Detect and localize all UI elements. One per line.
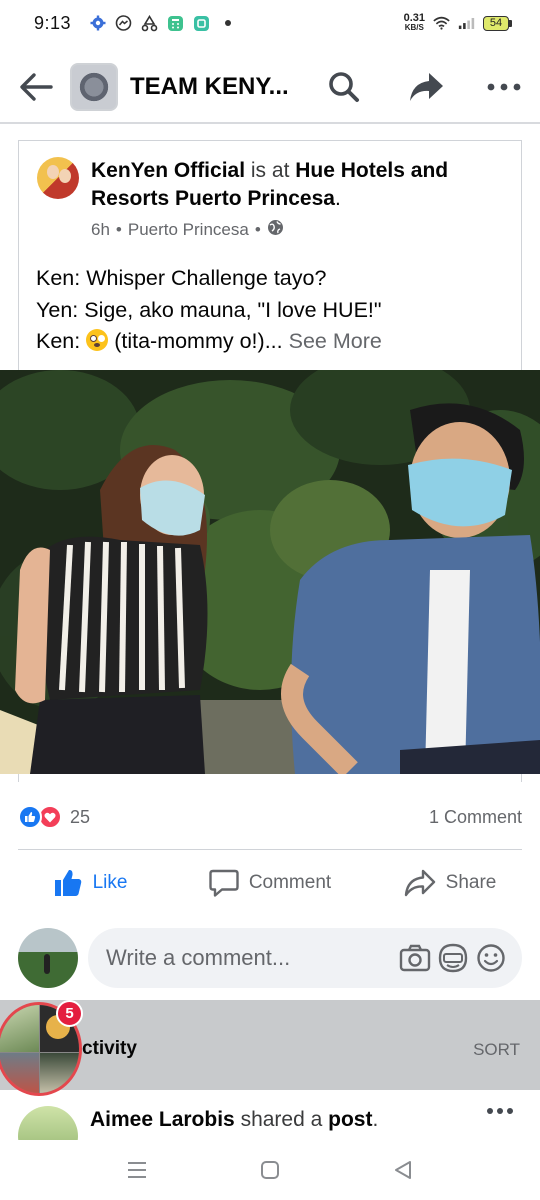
flushed-emoji-icon [86, 329, 109, 351]
page-title[interactable]: TEAM KENY... [130, 73, 300, 101]
app-square-icon [193, 15, 210, 32]
back-triangle-icon [395, 1161, 412, 1179]
thumbs-up-icon [54, 869, 81, 896]
net-speed-unit: KB/S [404, 23, 424, 32]
user-avatar[interactable] [18, 928, 78, 988]
like-reaction-icon [18, 805, 42, 829]
more-options-button[interactable] [482, 65, 526, 109]
author-name[interactable]: KenYen Official [91, 159, 245, 182]
calculator-icon [167, 15, 184, 32]
reaction-icons[interactable] [18, 805, 62, 829]
camera-icon[interactable] [398, 941, 432, 975]
period-text: . [334, 187, 341, 210]
next-item-text: Aimee Larobis shared a post. [90, 1108, 378, 1132]
recycle-icon [141, 14, 158, 32]
see-more-link[interactable]: See More [289, 329, 382, 353]
post-line-3-start: Ken: [36, 329, 81, 353]
next-item-avatar[interactable] [18, 1106, 78, 1140]
gif-sticker-icon[interactable] [436, 941, 470, 975]
status-time: 9:13 [34, 12, 72, 33]
more-dots-icon [487, 1108, 513, 1114]
back-nav-button[interactable] [383, 1150, 423, 1190]
menu-lines-icon [127, 1162, 146, 1178]
recents-button[interactable] [117, 1150, 157, 1190]
messenger-icon [115, 14, 132, 32]
notification-icons [89, 14, 236, 32]
next-item-more-button[interactable] [486, 1102, 514, 1120]
comment-label: Comment [248, 872, 332, 893]
share-button[interactable] [404, 65, 448, 109]
next-item-author[interactable]: Aimee Larobis [90, 1108, 235, 1131]
more-dots-icon [487, 83, 521, 91]
app-header: TEAM KENY... [0, 52, 540, 124]
meta-separator-2: • [254, 220, 261, 239]
next-item-verb: shared a [240, 1108, 323, 1131]
back-arrow-icon [20, 73, 53, 101]
author-avatar[interactable] [37, 157, 79, 199]
next-item-object[interactable]: post [328, 1108, 372, 1131]
comment-placeholder: Write a comment... [106, 945, 291, 970]
post-text: Ken: Whisper Challenge tayo? Yen: Sige, … [36, 263, 506, 358]
share-icon [404, 869, 435, 897]
is-at-text: is at [250, 159, 290, 182]
sort-button[interactable]: SORT [473, 1040, 520, 1060]
comment-input[interactable]: Write a comment... [88, 928, 522, 988]
settings-gear-icon [89, 15, 106, 32]
share-action-button[interactable]: Share [360, 856, 540, 910]
post-line-1: Ken: Whisper Challenge tayo? [36, 266, 327, 290]
home-square-icon [260, 1161, 279, 1179]
post-line-3: Ken: (tita-mommy o!)... See More [36, 326, 506, 358]
search-icon [329, 72, 359, 102]
post-time[interactable]: 6h [91, 220, 110, 240]
next-feed-item[interactable]: Aimee Larobis shared a post. [0, 1096, 540, 1140]
activity-label: ctivity [82, 1038, 137, 1059]
post-meta: 6h • Puerto Princesa • [91, 219, 497, 241]
home-button[interactable] [250, 1150, 290, 1190]
reaction-count[interactable]: 25 [70, 807, 90, 828]
comment-count[interactable]: 1 Comment [429, 807, 522, 828]
search-button[interactable] [322, 65, 366, 109]
like-label: Like [92, 872, 128, 893]
post-header-line: KenYen Official is at Hue Hotels and Res… [91, 157, 497, 213]
post-action-bar: Like Comment Share [0, 856, 540, 910]
post-line-3-rest: (tita-mommy o!)... [108, 329, 283, 353]
globe-icon [267, 219, 284, 241]
emoji-smile-icon[interactable] [474, 941, 508, 975]
post-line-2: Yen: Sige, ako mauna, "I love HUE!" [36, 297, 382, 322]
share-label: Share [445, 872, 497, 893]
post-location[interactable]: Puerto Princesa [128, 220, 249, 240]
signal-icon [458, 15, 475, 32]
post-author-row: KenYen Official is at Hue Hotels and Res… [37, 157, 497, 241]
comment-bubble-icon [209, 869, 239, 897]
meta-separator: • [115, 220, 122, 239]
battery-level: 54 [483, 15, 509, 31]
group-avatar[interactable] [70, 63, 118, 111]
write-comment-row: Write a comment... [0, 926, 540, 990]
system-nav-bar [0, 1140, 540, 1200]
net-speed: 0.31 KB/S [403, 12, 425, 33]
like-button[interactable]: Like [0, 856, 180, 910]
comment-button[interactable]: Comment [180, 856, 360, 910]
next-item-period: . [372, 1108, 379, 1131]
divider [18, 849, 522, 850]
post-photo[interactable] [0, 370, 540, 774]
chat-unread-badge: 5 [56, 1000, 83, 1027]
net-speed-value: 0.31 [403, 12, 425, 24]
battery-icon: 54 [483, 15, 512, 31]
dot-icon [219, 15, 236, 32]
share-arrow-icon [410, 73, 443, 101]
status-bar: 9:13 0.31 KB/S 54 [0, 0, 540, 46]
reactions-row: 25 1 Comment [18, 800, 522, 834]
wifi-icon [433, 15, 450, 32]
back-button[interactable] [18, 69, 54, 105]
